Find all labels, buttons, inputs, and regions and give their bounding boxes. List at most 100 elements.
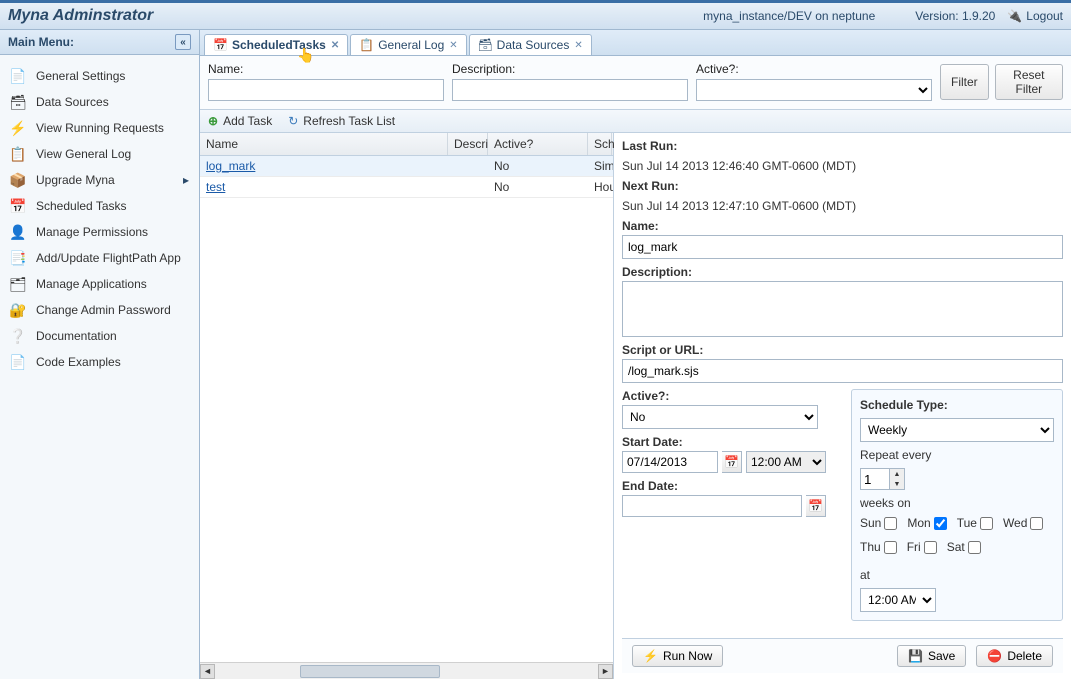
tab-general-log[interactable]: 📋 General Log ✕ [350, 34, 466, 55]
grid-toolbar: ⊕ Add Task ↻ Refresh Task List [200, 110, 1071, 133]
last-run-label: Last Run: [622, 139, 677, 153]
end-date-picker-icon[interactable]: 📅 [806, 495, 826, 517]
menu-item-label: Upgrade Myna [36, 173, 115, 187]
start-date-picker-icon[interactable]: 📅 [722, 451, 742, 473]
sidebar-item-view-running-requests[interactable]: ⚡ View Running Requests [0, 115, 199, 141]
tab-close-icon[interactable]: ✕ [449, 40, 457, 51]
day-mon: Mon [907, 516, 946, 530]
scroll-left-arrow[interactable]: ◄ [200, 664, 215, 679]
table-row[interactable]: log_mark No Sim [200, 156, 613, 177]
col-name-header[interactable]: Name [200, 133, 448, 155]
task-link[interactable]: log_mark [206, 159, 255, 173]
table-row[interactable]: test No Hou [200, 177, 613, 198]
spinner-up-icon[interactable]: ▲ [890, 469, 904, 479]
day-thu: Thu [860, 540, 897, 554]
task-link[interactable]: test [206, 180, 225, 194]
sidebar-item-change-admin-password[interactable]: 🔐 Change Admin Password [0, 297, 199, 323]
start-date-label: Start Date: [622, 435, 839, 449]
repeat-every-input[interactable] [860, 468, 890, 490]
day-wed: Wed [1003, 516, 1043, 530]
sidebar-item-scheduled-tasks[interactable]: 📅 Scheduled Tasks [0, 193, 199, 219]
tab-data-sources[interactable]: 🗃 Data Sources ✕ [469, 34, 592, 55]
filter-button[interactable]: Filter [940, 64, 989, 100]
schedule-type-select[interactable]: Weekly [860, 418, 1054, 442]
day-checkbox-sat[interactable] [968, 541, 981, 554]
save-button[interactable]: 💾 Save [897, 645, 966, 667]
col-active-header[interactable]: Active? [488, 133, 588, 155]
detail-name-input[interactable] [622, 235, 1063, 259]
tab-scheduledtasks[interactable]: 📅 ScheduledTasks ✕ [204, 34, 348, 55]
refresh-task-list-button[interactable]: ↻ Refresh Task List [288, 114, 395, 128]
version-info: Version: 1.9.20 [915, 9, 995, 23]
next-run-label: Next Run: [622, 179, 679, 193]
sidebar-item-data-sources[interactable]: 🗃 Data Sources [0, 89, 199, 115]
spinner-down-icon[interactable]: ▼ [890, 479, 904, 489]
lightning-icon: ⚡ [643, 649, 658, 663]
day-checkbox-mon[interactable] [934, 517, 947, 530]
reset-filter-button[interactable]: Reset Filter [995, 64, 1063, 100]
menu-icon: 🗂 [10, 276, 26, 292]
delete-button[interactable]: ⛔ Delete [976, 645, 1053, 667]
day-label: Fri [907, 540, 921, 554]
app-title: Myna Adminstrator [8, 7, 153, 25]
filter-name-input[interactable] [208, 79, 444, 101]
menu-list: 📄 General Settings 🗃 Data Sources ⚡ View… [0, 55, 199, 383]
tab-close-icon[interactable]: ✕ [331, 40, 339, 51]
horizontal-scrollbar[interactable]: ◄ ► [200, 662, 613, 679]
sidebar-item-view-general-log[interactable]: 📋 View General Log [0, 141, 199, 167]
sidebar-item-code-examples[interactable]: 📄 Code Examples [0, 349, 199, 375]
filter-desc-input[interactable] [452, 79, 688, 101]
sidebar-item-manage-permissions[interactable]: 👤 Manage Permissions [0, 219, 199, 245]
menu-item-label: Data Sources [36, 95, 109, 109]
detail-script-input[interactable] [622, 359, 1063, 383]
run-now-button[interactable]: ⚡ Run Now [632, 645, 723, 667]
day-label: Thu [860, 540, 881, 554]
end-date-input[interactable] [622, 495, 802, 517]
menu-item-label: Manage Permissions [36, 225, 148, 239]
day-label: Sat [947, 540, 965, 554]
sidebar-item-manage-applications[interactable]: 🗂 Manage Applications [0, 271, 199, 297]
day-tue: Tue [957, 516, 993, 530]
col-sched-header[interactable]: Sch [588, 133, 612, 155]
sidebar-item-general-settings[interactable]: 📄 General Settings [0, 63, 199, 89]
tab-label: Data Sources [497, 38, 570, 52]
grid-body: log_mark No Simtest No Hou [200, 156, 613, 662]
collapse-sidebar-button[interactable]: « [175, 34, 191, 50]
sidebar-item-documentation[interactable]: ❔ Documentation [0, 323, 199, 349]
detail-desc-textarea[interactable] [622, 281, 1063, 337]
col-desc-header[interactable]: Descri [448, 133, 488, 155]
start-time-select[interactable]: 12:00 AM [746, 451, 826, 473]
grid-header: Name Descri Active? Sch [200, 133, 613, 156]
tab-icon: 📅 [213, 38, 227, 52]
instance-info: myna_instance/DEV on neptune [703, 9, 875, 23]
detail-active-label: Active?: [622, 389, 839, 403]
day-sun: Sun [860, 516, 897, 530]
days-group: Sun Mon Tue Wed Thu Fri Sat [860, 516, 1054, 554]
day-checkbox-tue[interactable] [980, 517, 993, 530]
logout-icon: 🔌 [1007, 9, 1022, 23]
detail-script-label: Script or URL: [622, 343, 1063, 357]
start-date-input[interactable] [622, 451, 718, 473]
menu-icon: 📄 [10, 354, 26, 370]
sidebar-item-upgrade-myna[interactable]: 📦 Upgrade Myna ▸ [0, 167, 199, 193]
scroll-right-arrow[interactable]: ► [598, 664, 613, 679]
tab-close-icon[interactable]: ✕ [574, 40, 582, 51]
logout-link[interactable]: 🔌 Logout [1007, 9, 1063, 23]
day-checkbox-sun[interactable] [884, 517, 897, 530]
repeat-every-spinner[interactable]: ▲ ▼ [860, 468, 1054, 490]
day-checkbox-wed[interactable] [1030, 517, 1043, 530]
sidebar-item-add-update-flightpath-app[interactable]: 📑 Add/Update FlightPath App [0, 245, 199, 271]
day-checkbox-thu[interactable] [884, 541, 897, 554]
end-date-label: End Date: [622, 479, 839, 493]
sidebar-header: Main Menu: « [0, 30, 199, 55]
scroll-thumb[interactable] [300, 665, 440, 678]
menu-icon: 👤 [10, 224, 26, 240]
weeks-on-label: weeks on [860, 496, 1054, 510]
day-checkbox-fri[interactable] [924, 541, 937, 554]
add-task-button[interactable]: ⊕ Add Task [208, 114, 272, 128]
menu-item-label: Add/Update FlightPath App [36, 251, 181, 265]
filter-active-select[interactable] [696, 79, 932, 101]
detail-active-select[interactable]: No [622, 405, 818, 429]
at-time-select[interactable]: 12:00 AM [860, 588, 936, 612]
tab-bar: 📅 ScheduledTasks ✕📋 General Log ✕🗃 Data … [200, 30, 1071, 56]
